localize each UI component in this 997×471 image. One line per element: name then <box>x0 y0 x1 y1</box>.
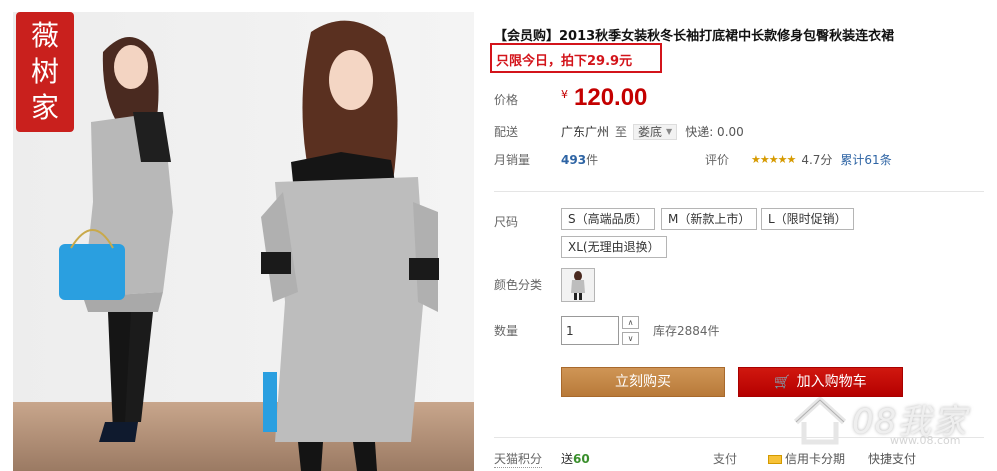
rating-score: 4.7分 <box>801 153 833 167</box>
stock-count: 库存2884件 <box>653 324 720 338</box>
sales-count: 493 <box>561 153 587 167</box>
brand-char: 家 <box>30 91 59 124</box>
points-prefix: 送 <box>561 452 574 466</box>
points-value: 60 <box>573 452 590 466</box>
payment-credit-label: 信用卡分期 <box>785 452 846 466</box>
rating-stars-icon: ★★★★★ <box>751 153 796 166</box>
payment-label: 支付 <box>713 452 738 466</box>
shipping-info: 广东广州 至 娄底 ▼ 快递: 0.00 <box>561 123 744 140</box>
destination-select[interactable]: 娄底 ▼ <box>633 123 678 140</box>
cart-icon: 🛒 <box>774 375 791 390</box>
sales-unit: 件 <box>586 153 599 167</box>
color-label: 颜色分类 <box>494 278 543 292</box>
price-value: 120.00 <box>574 84 648 111</box>
color-swatch-grey[interactable] <box>561 268 595 302</box>
buy-now-button[interactable]: 立刻购买 <box>561 367 725 397</box>
quantity-decrease-button[interactable]: ∨ <box>622 332 639 345</box>
add-to-cart-button[interactable]: 🛒 加入购物车 <box>738 367 903 397</box>
product-photo <box>13 12 474 471</box>
swatch-thumbnail <box>562 269 594 301</box>
brand-logo-badge: 薇 树 家 <box>16 12 74 132</box>
credit-card-icon <box>768 455 782 464</box>
quantity-input[interactable] <box>561 316 619 345</box>
payment-quick-pay[interactable]: 快捷支付 <box>868 450 916 467</box>
points-info: 送60 <box>561 450 590 467</box>
size-option-xl[interactable]: XL(无理由退换） <box>561 236 667 258</box>
chevron-down-icon: ▼ <box>666 127 673 136</box>
brand-char: 树 <box>30 55 59 88</box>
points-label[interactable]: 天猫积分 <box>494 450 543 468</box>
price-label: 价格 <box>494 93 519 107</box>
size-option-s[interactable]: S（高端品质） <box>561 208 655 230</box>
size-label: 尺码 <box>494 215 519 229</box>
brand-char: 薇 <box>30 19 59 52</box>
currency-symbol: ¥ <box>561 88 568 101</box>
product-detail-panel: 【会员购】2013秋季女装秋冬长袖打底裙中长款修身包臀秋装连衣裙 只限今日，拍下… <box>490 0 994 471</box>
quantity-increase-button[interactable]: ∧ <box>622 316 639 329</box>
reviews-count-link[interactable]: 累计61条 <box>840 151 891 168</box>
shipping-label: 配送 <box>494 125 519 139</box>
product-title[interactable]: 【会员购】2013秋季女装秋冬长袖打底裙中长款修身包臀秋装连衣裙 <box>494 25 894 44</box>
size-option-l[interactable]: L（限时促销） <box>761 208 854 230</box>
promo-text: 只限今日，拍下29.9元 <box>496 54 633 69</box>
rating-info: 评价 ★★★★★ 4.7分 累计61条 <box>705 151 892 168</box>
add-to-cart-label: 加入购物车 <box>796 374 867 390</box>
destination-value: 娄底 <box>638 125 663 139</box>
size-option-m[interactable]: M（新款上市） <box>661 208 758 230</box>
quantity-label: 数量 <box>494 324 519 338</box>
divider <box>494 437 984 438</box>
sales-label: 月销量 <box>494 153 531 167</box>
product-main-image[interactable]: 薇 树 家 <box>13 12 474 471</box>
shipping-fee: 快递: 0.00 <box>685 125 744 139</box>
rating-label: 评价 <box>705 153 730 167</box>
ship-from: 广东广州 <box>561 125 610 139</box>
monthly-sales: 493件 <box>561 151 598 168</box>
ship-to-word: 至 <box>615 125 628 139</box>
payment-credit-installment[interactable]: 信用卡分期 <box>768 450 845 467</box>
divider <box>494 191 984 192</box>
price: ¥120.00 <box>561 84 647 112</box>
